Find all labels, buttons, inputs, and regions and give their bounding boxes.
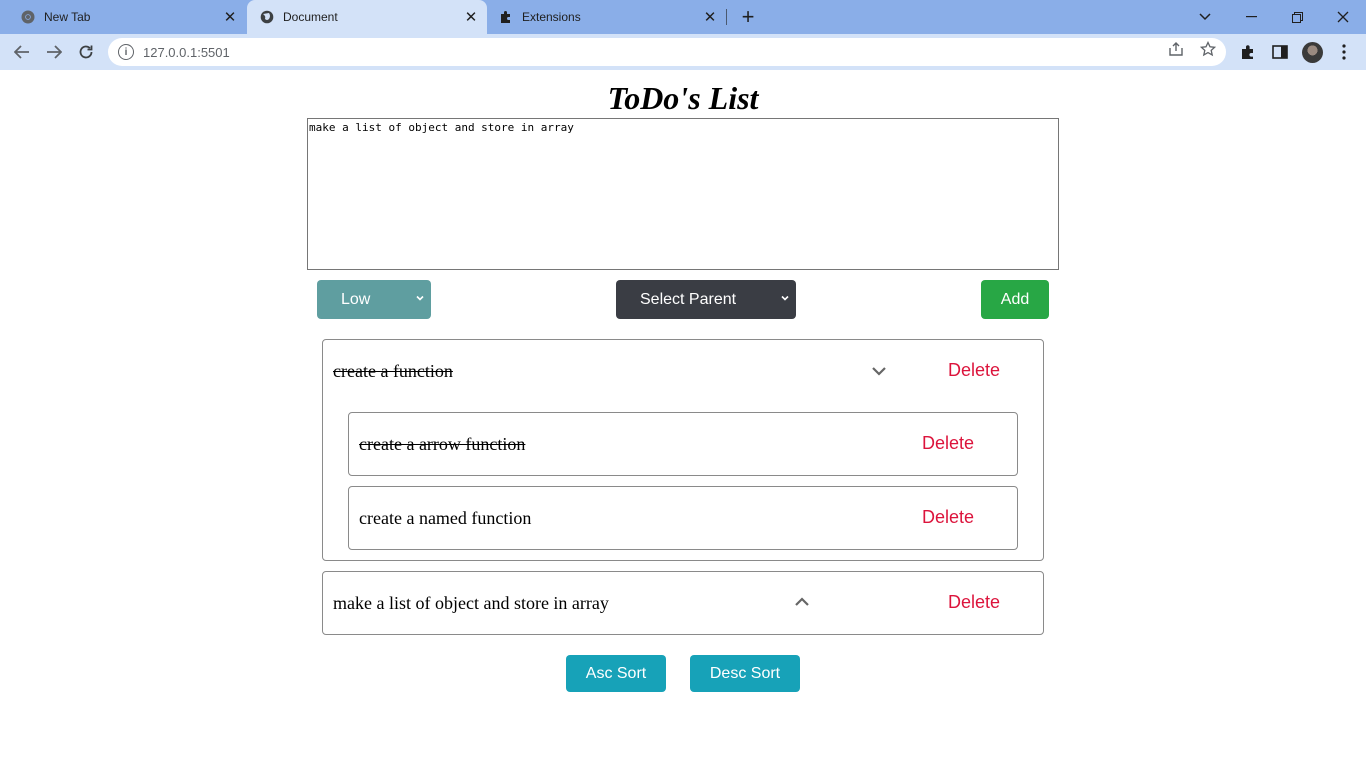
tab-title: Document [283,10,338,24]
new-tab-button[interactable]: + [736,4,760,29]
delete-button[interactable]: Delete [948,592,1000,613]
tab-extensions[interactable]: Extensions ✕ [488,0,726,34]
forward-button[interactable] [40,38,68,66]
kebab-menu-icon[interactable] [1334,42,1354,62]
tab-new-tab[interactable]: New Tab ✕ [0,0,246,34]
restore-icon [1291,11,1303,23]
parent-select[interactable]: Select Parent [616,280,796,319]
delete-button[interactable]: Delete [922,507,974,528]
close-icon[interactable]: ✕ [463,9,479,26]
bookmark-star-icon[interactable] [1199,40,1217,58]
share-icon[interactable] [1167,40,1185,58]
tab-title: New Tab [44,10,91,24]
globe-icon [259,9,275,25]
browser-tab-strip: New Tab ✕ Document ✕ Extensions ✕ + [0,0,1366,34]
puzzle-icon [498,9,514,25]
extensions-puzzle-icon[interactable] [1238,42,1258,62]
page-content: ToDo's List make a list of object and st… [0,70,1366,768]
asc-sort-button[interactable]: Asc Sort [566,655,666,692]
back-button[interactable] [8,38,36,66]
parent-select-value: Select Parent [640,290,737,308]
close-icon[interactable]: ✕ [702,9,718,26]
minimize-icon [1245,16,1257,18]
delete-button[interactable]: Delete [922,433,974,454]
close-icon[interactable]: ✕ [222,9,238,26]
priority-select[interactable]: Low [317,280,431,319]
subtodo-item: create a named function Delete [348,486,1018,550]
tab-title: Extensions [522,10,581,24]
subtodo-item: create a arrow function Delete [348,412,1018,476]
close-icon [1337,11,1349,23]
chevron-down-icon [416,295,424,301]
profile-avatar[interactable] [1302,42,1323,63]
tab-separator [726,9,727,25]
tab-document[interactable]: Document ✕ [247,0,487,34]
todo-textarea[interactable]: make a list of object and store in array [307,118,1059,270]
restore-button[interactable] [1274,0,1320,34]
chevron-down-icon [1199,13,1211,21]
todo-item: make a list of object and store in array… [322,571,1044,635]
reload-button[interactable] [72,38,100,66]
address-bar[interactable]: i 127.0.0.1:5501 [108,38,1226,66]
todo-item: create a function Delete create a arrow … [322,339,1044,561]
minimize-button[interactable] [1228,0,1274,34]
chrome-icon [20,9,36,25]
window-close-button[interactable] [1320,0,1366,34]
chevron-down-icon [781,295,789,301]
arrow-left-icon [14,45,29,59]
arrow-right-icon [47,45,62,59]
tab-search-button[interactable] [1182,0,1228,34]
chevron-up-icon[interactable] [793,595,811,609]
browser-toolbar: i 127.0.0.1:5501 [0,34,1366,70]
subtodo-text[interactable]: create a arrow function [359,434,525,455]
chevron-down-icon[interactable] [870,364,888,378]
desc-sort-button[interactable]: Desc Sort [690,655,800,692]
page-title: ToDo's List [607,80,759,116]
reload-icon [79,45,93,59]
todo-text[interactable]: create a function [333,361,453,382]
site-info-icon[interactable]: i [118,44,134,60]
url-text: 127.0.0.1:5501 [143,44,230,60]
add-button[interactable]: Add [981,280,1049,319]
delete-button[interactable]: Delete [948,360,1000,381]
priority-select-value: Low [341,290,371,308]
subtodo-text[interactable]: create a named function [359,508,531,529]
side-panel-icon[interactable] [1270,42,1290,62]
todo-text[interactable]: make a list of object and store in array [333,593,609,614]
